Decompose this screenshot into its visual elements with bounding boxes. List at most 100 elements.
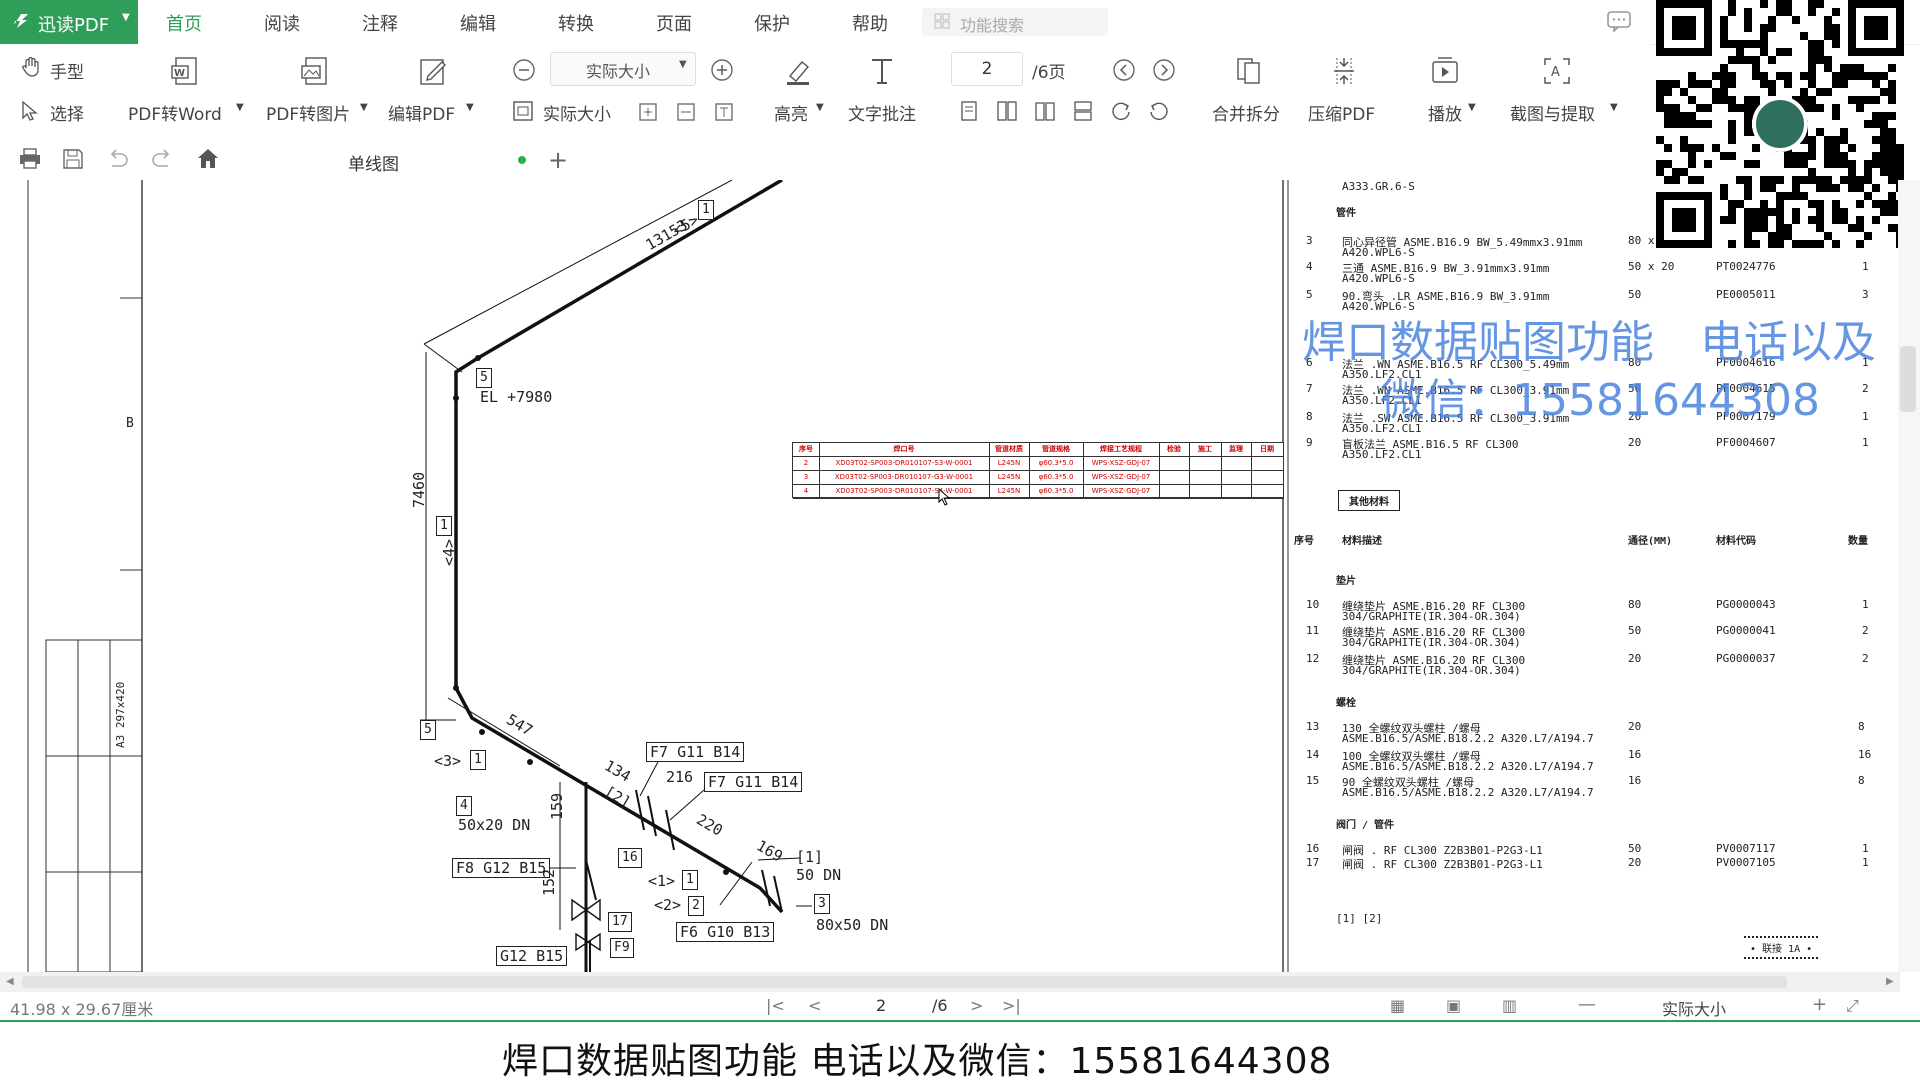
undo-icon[interactable] xyxy=(106,148,130,170)
material-desc-2: 304/GRAPHITE(IR.304-OR.304) xyxy=(1342,636,1521,649)
vertical-scroll-thumb[interactable] xyxy=(1900,346,1916,412)
menu-read[interactable]: 阅读 xyxy=(264,10,300,36)
menu-protect[interactable]: 保护 xyxy=(754,10,790,36)
tag-f7-g11-b14-a: F7 G11 B14 xyxy=(646,742,745,762)
zoom-out-status-icon[interactable]: — xyxy=(1578,994,1596,1015)
text-note-button[interactable]: 文字批注 xyxy=(848,100,916,125)
material-size: 16 xyxy=(1628,774,1642,787)
grid-search-icon xyxy=(934,13,950,29)
redo-icon[interactable] xyxy=(150,148,174,170)
weld-table-cell xyxy=(1189,485,1222,499)
columns-icon[interactable]: ▥ xyxy=(1502,996,1517,1015)
material-code: PV0007105 xyxy=(1716,856,1776,869)
play-button[interactable]: 播放 xyxy=(1428,100,1462,125)
weld-table-cell: φ60.3*5.0 xyxy=(1029,471,1084,485)
chevron-down-icon: ▼ xyxy=(1468,102,1476,113)
status-page-current[interactable]: 2 xyxy=(876,996,886,1015)
weld-table-cell: XD03T02-SP003-DR010107-S4-W-0001 xyxy=(819,485,990,499)
menu-edit[interactable]: 编辑 xyxy=(460,10,496,36)
frame-label-a3: A3 297x420 xyxy=(114,681,127,748)
view-mode-icon[interactable]: ▦ xyxy=(1390,996,1405,1015)
merge-split-button[interactable]: 合并拆分 xyxy=(1212,100,1280,125)
double-page-icon[interactable] xyxy=(996,100,1018,122)
menu-home[interactable]: 首页 xyxy=(166,10,202,36)
edit-pdf-button[interactable]: 编辑PDF xyxy=(388,100,455,125)
page-size-label: 41.98 x 29.67厘米 xyxy=(10,1000,154,1019)
previous-page-icon[interactable] xyxy=(1112,58,1136,82)
status-zoom-select[interactable]: 实际大小 xyxy=(1662,996,1726,1020)
material-desc-2: 304/GRAPHITE(IR.304-OR.304) xyxy=(1342,664,1521,677)
menu-help[interactable]: 帮助 xyxy=(852,10,888,36)
material-qty: 16 xyxy=(1858,748,1872,761)
material-code: PG0000041 xyxy=(1716,624,1776,637)
material-desc-2: A420.WPL6-S xyxy=(1342,272,1415,285)
ref-1: <1> xyxy=(648,872,676,890)
material-size: 50 xyxy=(1628,842,1642,855)
weld-table-cell xyxy=(1251,485,1284,499)
watermark-line1-left: 焊口数据贴图功能 xyxy=(1302,317,1654,368)
elevation-label: EL +7980 xyxy=(480,388,553,406)
menu-annotate[interactable]: 注释 xyxy=(362,10,398,36)
fit-text-icon[interactable] xyxy=(714,102,734,122)
fullscreen-icon[interactable]: ⤢ xyxy=(1846,996,1859,1016)
save-icon[interactable] xyxy=(62,148,84,170)
new-tab-button[interactable]: + xyxy=(548,146,568,174)
select-tool-button[interactable]: 选择 xyxy=(50,100,84,125)
col-no-header: 序号 xyxy=(1294,536,1314,547)
continuous-scroll-icon[interactable] xyxy=(1072,100,1094,122)
vertical-scrollbar[interactable] xyxy=(1898,180,1920,972)
material-desc-2: ASME.B16.5/ASME.B18.2.2 A320.L7/A194.7 xyxy=(1342,732,1594,745)
menu-convert[interactable]: 转换 xyxy=(558,10,594,36)
rotate-clockwise-icon[interactable] xyxy=(1110,100,1132,122)
message-icon[interactable] xyxy=(1606,10,1632,32)
next-page-icon[interactable] xyxy=(1152,58,1176,82)
zoom-in-status-icon[interactable]: + xyxy=(1812,994,1827,1015)
drawing-box-5b: 5 xyxy=(420,720,436,740)
compress-pdf-button[interactable]: 压缩PDF xyxy=(1308,100,1375,125)
document-tab[interactable]: 单线图 xyxy=(240,140,540,180)
scroll-left-icon[interactable]: ◀ xyxy=(6,976,14,987)
horizontal-scroll-thumb[interactable] xyxy=(22,976,1787,988)
highlight-button[interactable]: 高亮 xyxy=(774,100,808,125)
first-page-icon[interactable]: |< xyxy=(766,996,785,1015)
print-icon[interactable] xyxy=(18,148,42,170)
app-menu-button[interactable]: 迅读PDF ▼ xyxy=(0,0,138,44)
next-page-icon[interactable]: > xyxy=(970,996,983,1015)
function-search[interactable]: 功能搜索 xyxy=(922,8,1108,36)
fit-page-icon[interactable] xyxy=(638,102,658,122)
rotate-counterclockwise-icon[interactable] xyxy=(1148,100,1170,122)
material-list: A333.GR.6-S 管件 3 同心异径管 ASME.B16.9 BW_5.49mm… xyxy=(1292,180,1892,980)
single-page-icon[interactable] xyxy=(958,100,980,122)
zoom-out-icon[interactable] xyxy=(512,58,536,82)
section-valve: 阀门 / 管件 xyxy=(1336,820,1395,831)
layout-icon[interactable]: ▣ xyxy=(1446,996,1461,1015)
ribbon-toolbar: 手型 选择 W PDF转Word ▼ PDF转图片 ▼ 编辑PDF ▼ 实际大小… xyxy=(0,44,1650,134)
prev-page-icon[interactable]: < xyxy=(808,996,821,1015)
drawing-box-3: 3 xyxy=(814,894,830,914)
book-view-icon[interactable] xyxy=(1034,100,1056,122)
hand-tool-button[interactable]: 手型 xyxy=(50,58,84,83)
weld-table-cell: L245N xyxy=(989,471,1030,485)
home-icon[interactable] xyxy=(196,146,220,170)
material-size: 50 x 20 xyxy=(1628,260,1675,273)
chevron-down-icon: ▼ xyxy=(466,102,474,113)
pdf-to-image-button[interactable]: PDF转图片 xyxy=(266,100,350,125)
document-tab-title: 单线图 xyxy=(348,155,399,175)
material-qty: 2 xyxy=(1862,382,1869,395)
frame-label-b: B xyxy=(126,416,134,431)
zoom-select[interactable]: 实际大小 ▼ xyxy=(550,52,696,86)
screenshot-extract-button[interactable]: 截图与提取 xyxy=(1510,100,1595,125)
page-number-input[interactable]: 2 xyxy=(951,52,1023,86)
actual-size-button[interactable]: 实际大小 xyxy=(543,100,611,125)
last-page-icon[interactable]: >| xyxy=(1002,996,1021,1015)
fit-width-icon[interactable] xyxy=(676,102,696,122)
zoom-in-icon[interactable] xyxy=(710,58,734,82)
weld-table-header: 施工 xyxy=(1189,443,1222,457)
scroll-right-icon[interactable]: ▶ xyxy=(1886,976,1894,987)
pdf-to-word-button[interactable]: PDF转Word xyxy=(128,100,222,125)
material-no: 13 xyxy=(1306,720,1320,733)
menu-page[interactable]: 页面 xyxy=(656,10,692,36)
material-size: 20 xyxy=(1628,856,1642,869)
section-fittings: 管件 xyxy=(1336,208,1356,219)
material-code: PG0000037 xyxy=(1716,652,1776,665)
